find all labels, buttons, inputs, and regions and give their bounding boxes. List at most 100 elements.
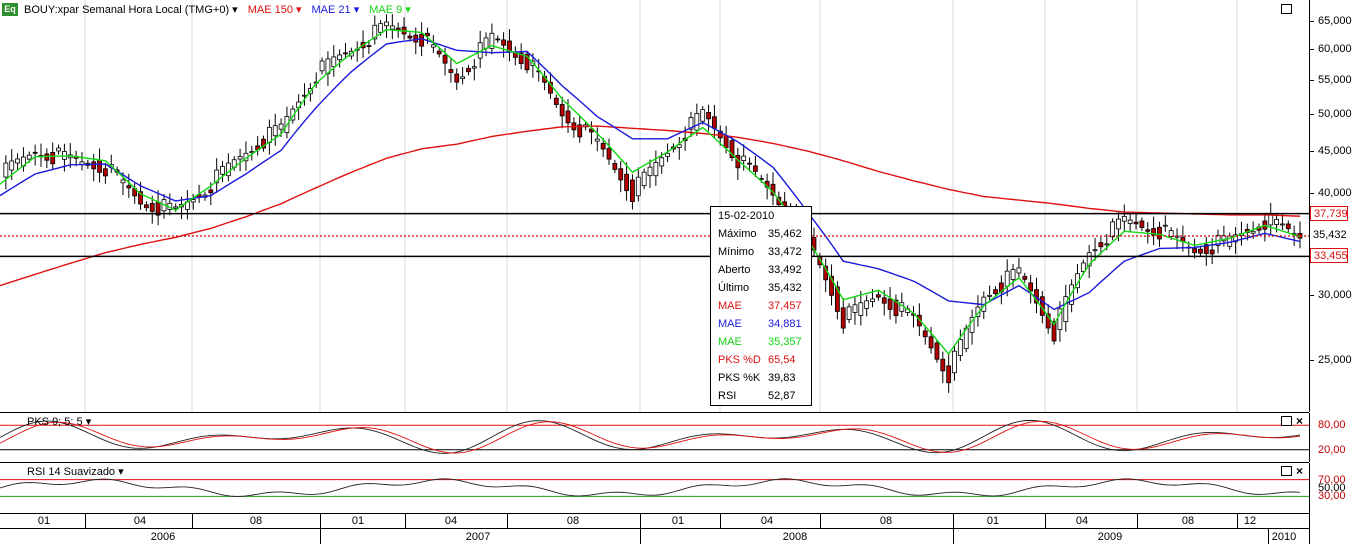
equity-logo-icon: Eq (2, 3, 18, 16)
rsi-axis[interactable]: 70,00 50,00 30,00 (1309, 463, 1357, 513)
pks-axis[interactable]: 80,00 20,00 (1309, 413, 1357, 462)
candle-body (946, 365, 952, 384)
month-tick-label: 04 (444, 515, 458, 527)
price-axis-tick (1310, 151, 1314, 153)
price-chart[interactable] (0, 0, 1309, 412)
tooltip-value: 65,54 (768, 354, 796, 366)
pks-panel[interactable]: PKS 9; 5; 5 ▾ × (0, 413, 1309, 463)
candle (325, 51, 331, 86)
rsi-chart[interactable] (0, 463, 1309, 513)
candle-body (126, 185, 132, 189)
month-separator (820, 513, 821, 528)
candle-body (940, 358, 946, 372)
axis-corner (1309, 513, 1357, 544)
candle-body (1157, 226, 1162, 240)
price-axis-tick (1310, 113, 1314, 115)
candle (589, 121, 594, 145)
candle (97, 148, 102, 183)
candle-body (1139, 220, 1145, 228)
candle-body (1192, 248, 1197, 254)
candle (512, 46, 518, 66)
tooltip-row: RSI 52,87 (711, 387, 811, 405)
candle (1280, 214, 1285, 230)
rsi-label[interactable]: RSI 14 Suavizado ▾ (27, 465, 124, 478)
tooltip-key: PKS %D (718, 354, 761, 366)
candle (471, 59, 477, 81)
candle-body (302, 94, 307, 97)
ma21-label[interactable]: MAE 21 ▾ (312, 3, 360, 16)
candle-body (618, 168, 624, 181)
rsi-panel[interactable]: RSI 14 Suavizado ▾ × (0, 463, 1309, 514)
tooltip-key: MAE (718, 318, 742, 330)
candle-body (553, 97, 559, 105)
candle (577, 115, 583, 143)
close-icon[interactable]: × (1296, 465, 1303, 477)
candle-body (1116, 218, 1121, 230)
tooltip-value: 37,457 (768, 300, 802, 312)
last-price-tag: 35,432 (1310, 227, 1348, 243)
candle (237, 148, 243, 172)
pks-label[interactable]: PKS 9; 5; 5 ▾ (27, 415, 91, 428)
month-tick-label: 01 (37, 515, 51, 527)
candle-body (653, 162, 659, 177)
candle-body (1110, 221, 1116, 238)
candle (1121, 204, 1127, 232)
pks-chart[interactable] (0, 413, 1309, 462)
candle (571, 117, 577, 138)
ma150-label[interactable]: MAE 150 ▾ (248, 3, 302, 16)
tooltip-date: 15-02-2010 (718, 210, 775, 222)
candle (384, 14, 389, 39)
candle-body (1010, 269, 1016, 280)
price-axis-label: 55,000 (1318, 74, 1352, 86)
candle-body (483, 37, 489, 49)
candle-body (1162, 224, 1168, 227)
candle (1285, 220, 1291, 233)
symbol-label[interactable]: BOUY:xpar Semanal Hora Local (TMG+0) ▾ (24, 3, 238, 16)
candle (62, 143, 67, 172)
candle-body (1127, 219, 1133, 224)
candle (864, 295, 870, 317)
month-tick-label: 12 (1243, 515, 1257, 527)
year-separator (320, 529, 321, 544)
candle-body (647, 166, 653, 177)
ma9-label[interactable]: MAE 9 ▾ (369, 3, 411, 16)
candle-body (407, 35, 413, 39)
month-separator (1045, 513, 1046, 528)
candle (524, 50, 530, 74)
close-icon[interactable]: × (1296, 415, 1303, 427)
candle-body (1250, 230, 1256, 234)
ma150-line (0, 125, 1301, 287)
candle (389, 14, 395, 40)
maximize-icon[interactable] (1281, 4, 1292, 14)
price-panel[interactable]: Eq BOUY:xpar Semanal Hora Local (TMG+0) … (0, 0, 1309, 413)
candle-body (149, 203, 155, 212)
month-tick-label: 08 (249, 515, 263, 527)
candle-body (840, 307, 846, 329)
price-axis-label: 65,000 (1318, 14, 1352, 27)
candle (1262, 213, 1268, 242)
candle-body (120, 179, 126, 184)
candle-body (694, 113, 700, 131)
candle (829, 264, 834, 306)
candle (1139, 217, 1145, 232)
candle-body (272, 125, 278, 137)
candle (969, 309, 975, 345)
tooltip-value: 35,462 (768, 228, 802, 240)
candle (266, 119, 272, 155)
candle-body (220, 166, 225, 175)
candle-body (1104, 243, 1110, 246)
candle (21, 147, 26, 172)
candle-body (266, 126, 272, 143)
candle-body (378, 23, 384, 33)
month-separator (1237, 513, 1238, 528)
candle-body (56, 147, 61, 152)
candle-body (1016, 267, 1022, 274)
candle-body (366, 45, 372, 48)
candle-body (103, 168, 108, 177)
candle-body (928, 336, 934, 349)
time-axis[interactable]: 01 04 08 01 04 08 01 04 08 01 04 08 12 2006 2007 2008 20… (0, 513, 1309, 544)
candle (501, 32, 507, 58)
candle-body (624, 173, 629, 192)
maximize-icon[interactable] (1281, 466, 1292, 476)
maximize-icon[interactable] (1281, 416, 1292, 426)
